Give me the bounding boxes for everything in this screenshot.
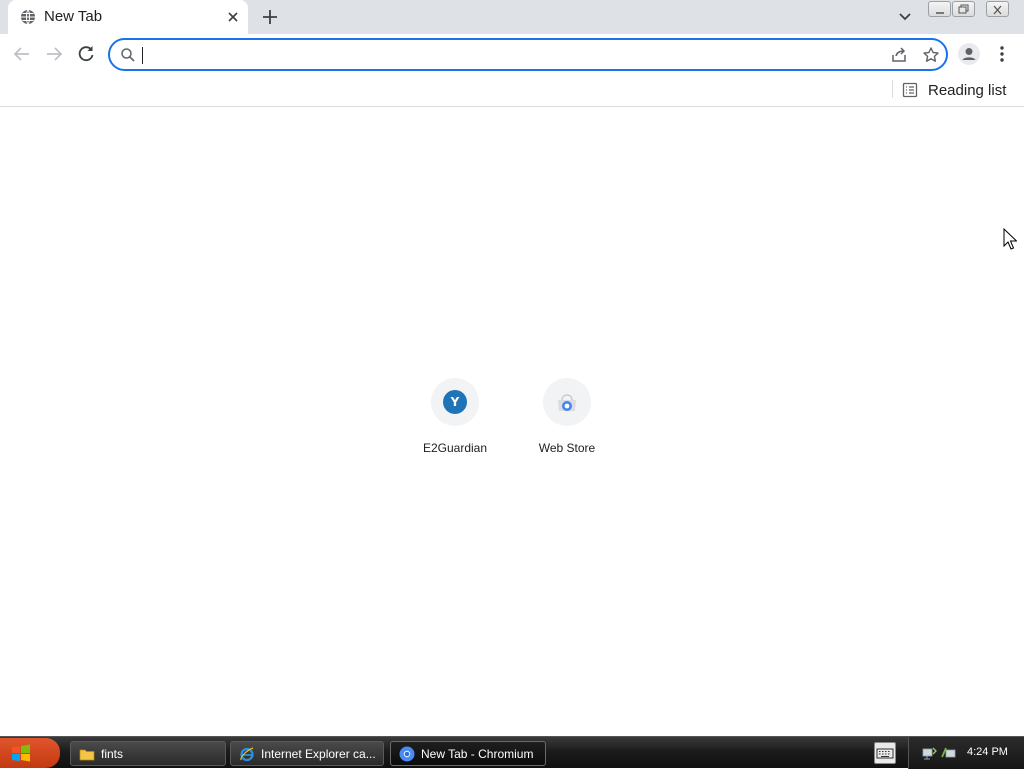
shortcut-icon-background <box>543 378 591 426</box>
restore-icon <box>958 4 969 14</box>
windows-logo-icon <box>12 744 30 762</box>
tab-new-tab[interactable]: New Tab <box>8 0 248 34</box>
network-icon[interactable] <box>921 745 937 761</box>
back-arrow-icon[interactable] <box>10 42 34 66</box>
system-tray: 4:24 PM <box>908 737 1024 769</box>
reload-icon[interactable] <box>74 42 98 66</box>
taskbar: fints Internet Explorer ca... New Tab - … <box>0 736 1024 769</box>
chevron-down-icon[interactable] <box>896 9 914 25</box>
mouse-cursor-icon <box>1003 228 1017 250</box>
web-store-icon <box>558 394 576 411</box>
chromium-icon <box>399 746 415 761</box>
star-icon[interactable] <box>922 46 940 64</box>
taskbar-item-label: New Tab - Chromium <box>421 746 534 761</box>
reading-list-button[interactable]: Reading list <box>902 78 1006 102</box>
keyboard-glyph-icon <box>876 748 894 759</box>
close-icon[interactable] <box>224 8 242 26</box>
bookmarks-bar: Reading list <box>0 74 1024 107</box>
shortcut-label: Web Store <box>538 441 596 455</box>
divider <box>892 80 893 98</box>
clock: 4:24 PM <box>967 746 1008 758</box>
tab-title: New Tab <box>44 8 103 25</box>
start-button[interactable] <box>0 738 60 768</box>
plus-icon[interactable] <box>260 7 280 27</box>
new-tab-page: Y E2Guardian Web Store <box>0 108 1024 736</box>
globe-icon <box>21 9 35 25</box>
keyboard-icon[interactable] <box>874 742 896 764</box>
toolbar <box>0 34 1024 74</box>
internet-explorer-icon <box>240 746 254 761</box>
address-input[interactable] <box>142 43 842 67</box>
shortcut-icon-background: Y <box>431 378 479 426</box>
e2guardian-favicon-icon: Y <box>443 390 467 414</box>
taskbar-item-internet-explorer[interactable]: Internet Explorer ca... <box>230 741 384 766</box>
shortcut-label: E2Guardian <box>422 441 488 455</box>
taskbar-item-chromium[interactable]: New Tab - Chromium <box>390 741 546 766</box>
shortcut-tile-e2guardian[interactable]: Y E2Guardian <box>399 378 511 468</box>
shortcut-tile-web-store[interactable]: Web Store <box>511 378 623 468</box>
text-caret <box>142 47 143 64</box>
taskbar-item-label: Internet Explorer ca... <box>261 746 376 761</box>
restore-button[interactable] <box>952 1 975 17</box>
network-activity-icon[interactable] <box>941 745 957 761</box>
share-icon[interactable] <box>890 46 908 64</box>
more-vertical-icon[interactable] <box>996 44 1008 64</box>
tab-strip: New Tab <box>0 0 1024 34</box>
taskbar-item-label: fints <box>101 746 124 761</box>
profile-avatar-icon[interactable] <box>958 43 980 65</box>
window-close-button[interactable] <box>986 1 1009 17</box>
search-icon <box>121 48 135 62</box>
minimize-icon <box>936 12 944 14</box>
taskbar-item-fints[interactable]: fints <box>70 741 226 766</box>
forward-arrow-icon[interactable] <box>42 42 66 66</box>
close-icon <box>993 5 1002 15</box>
minimize-button[interactable] <box>928 1 951 17</box>
reading-list-icon <box>902 82 918 98</box>
folder-icon <box>79 749 95 760</box>
address-bar[interactable] <box>108 38 948 71</box>
reading-list-label: Reading list <box>928 81 1007 99</box>
